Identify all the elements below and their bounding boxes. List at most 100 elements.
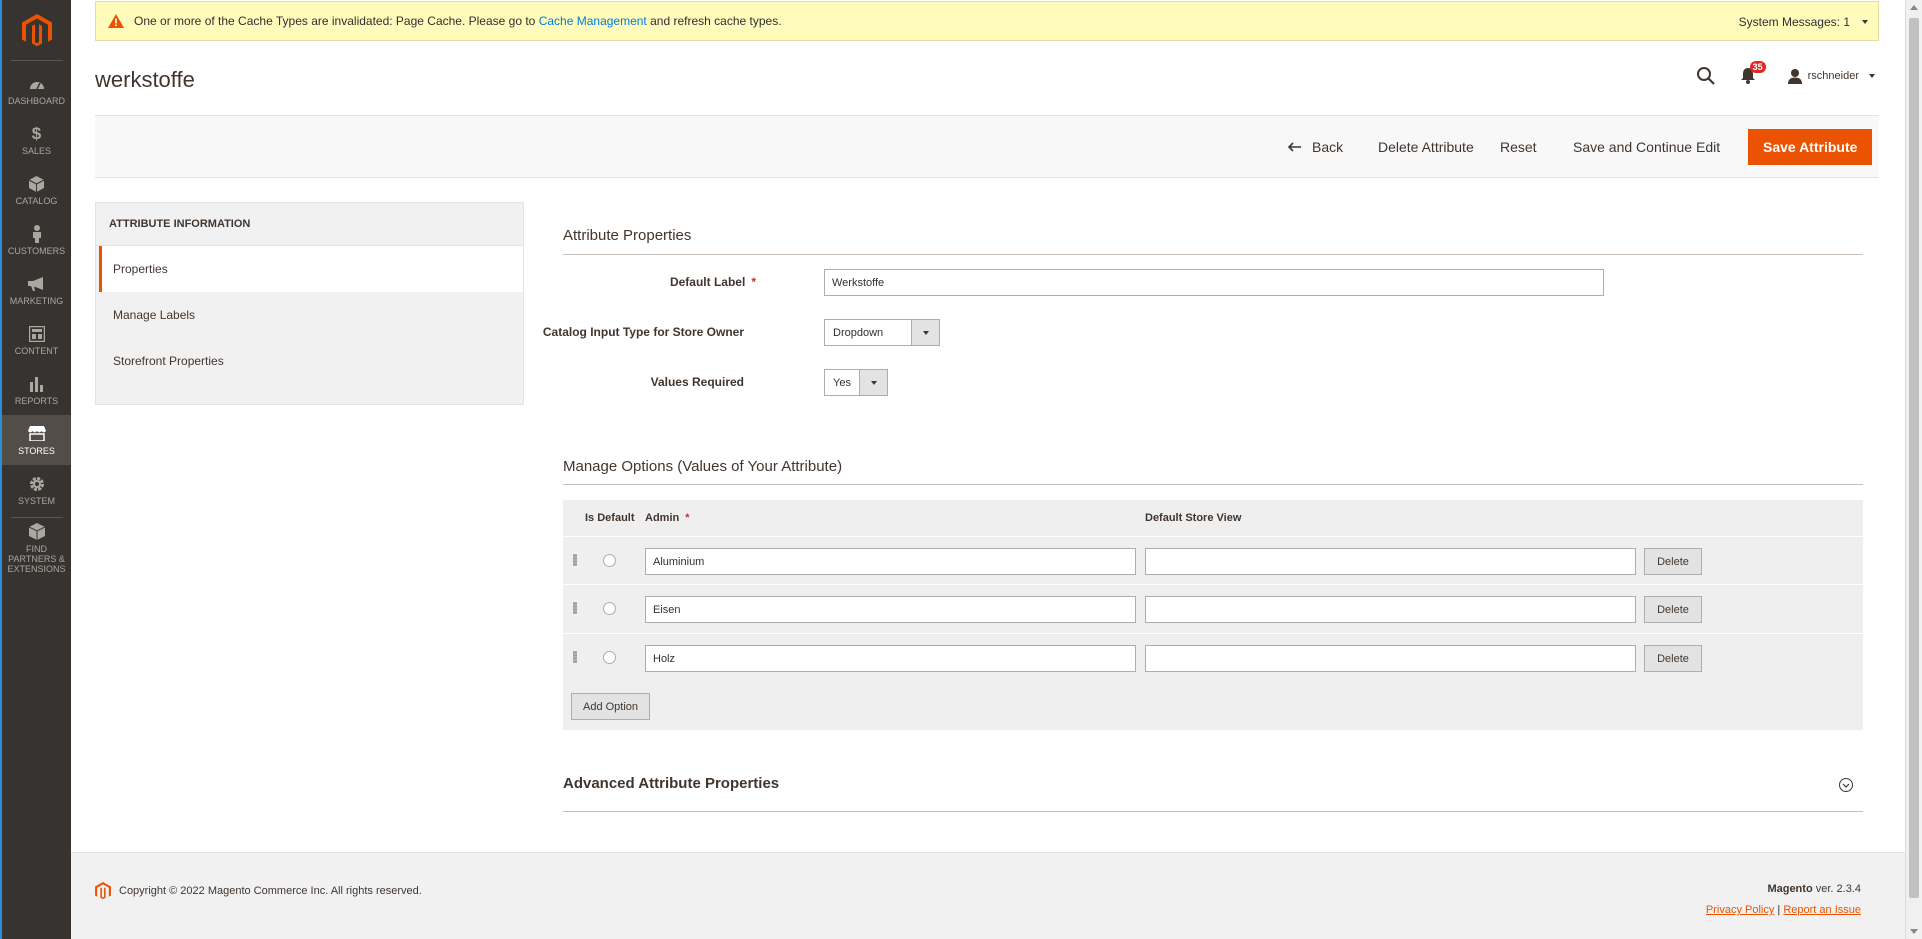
save-attribute-button[interactable]: Save Attribute	[1748, 129, 1873, 165]
box-icon	[28, 175, 46, 193]
page-footer: Copyright © 2022 Magento Commerce Inc. A…	[71, 852, 1905, 939]
bar-chart-icon	[28, 375, 46, 393]
admin-sidebar: DASHBOARD $ SALES CATALOG CUSTOMERS MARK…	[0, 0, 71, 939]
user-account-menu[interactable]: rschneider	[1787, 68, 1875, 84]
options-table: Is Default Admin * Default Store View Alu…	[563, 500, 1863, 730]
default-label-input[interactable]: Werkstoffe	[824, 269, 1604, 296]
store-view-value-input[interactable]	[1145, 596, 1636, 623]
required-marker: *	[751, 275, 756, 289]
scrollbar-thumb[interactable]	[1909, 18, 1919, 898]
search-icon[interactable]	[1696, 66, 1716, 86]
add-option-button[interactable]: Add Option	[571, 693, 651, 720]
admin-value-input[interactable]: Aluminium	[645, 548, 1136, 575]
nav-content[interactable]: CONTENT	[2, 315, 71, 365]
chevron-down-icon	[1862, 20, 1868, 24]
values-required-label: Values Required	[650, 375, 744, 389]
nav-label: SALES	[21, 145, 52, 156]
nav-catalog[interactable]: CATALOG	[2, 165, 71, 215]
chevron-down-icon	[859, 370, 887, 395]
store-icon	[27, 425, 46, 443]
values-required-select[interactable]: Yes	[824, 369, 888, 396]
magento-logo-icon	[95, 882, 111, 900]
col-admin: Admin *	[645, 512, 690, 524]
manage-options-title: Manage Options (Values of Your Attribute…	[563, 458, 843, 475]
nav-label: CATALOG	[15, 195, 58, 206]
back-button[interactable]: Back	[1288, 129, 1343, 165]
nav-system[interactable]: SYSTEM	[2, 465, 71, 515]
delete-option-button[interactable]: Delete	[1644, 548, 1702, 575]
nav-label: REPORTS	[14, 395, 59, 406]
person-icon	[28, 224, 46, 243]
scroll-up-icon[interactable]	[1910, 5, 1918, 10]
section-divider	[563, 484, 1863, 485]
attribute-info-tabs: ATTRIBUTE INFORMATION Properties Manage …	[95, 202, 524, 405]
col-default-store-view: Default Store View	[1145, 512, 1242, 524]
system-messages-toggle[interactable]: System Messages: 1	[1739, 15, 1868, 29]
store-view-value-input[interactable]	[1145, 645, 1636, 672]
delete-option-button[interactable]: Delete	[1644, 645, 1702, 672]
page-actions-bar: Back Delete Attribute Reset Save and Con…	[95, 115, 1879, 178]
section-divider	[563, 254, 1863, 255]
system-message-text-after: and refresh cache types.	[650, 14, 782, 28]
dashboard-icon	[28, 75, 46, 93]
brand-name: Magento	[1767, 883, 1813, 895]
reset-button[interactable]: Reset	[1500, 129, 1537, 165]
vertical-scrollbar[interactable]	[1905, 0, 1922, 939]
required-marker: *	[685, 512, 690, 524]
is-default-radio[interactable]	[603, 554, 616, 567]
page-title: werkstoffe	[95, 67, 195, 92]
table-row: Eisen Delete	[563, 584, 1863, 632]
nav-customers[interactable]: CUSTOMERS	[2, 215, 71, 265]
tabs-heading: ATTRIBUTE INFORMATION	[96, 203, 523, 246]
save-and-continue-button[interactable]: Save and Continue Edit	[1573, 129, 1720, 165]
username: rschneider	[1807, 70, 1859, 82]
input-type-value: Dropdown	[833, 326, 884, 339]
notifications-button[interactable]: 35	[1740, 61, 1766, 85]
privacy-policy-link[interactable]: Privacy Policy	[1706, 904, 1774, 916]
tab-storefront-properties[interactable]: Storefront Properties	[96, 338, 523, 384]
drag-handle-icon[interactable]	[573, 602, 577, 614]
main-content: One or more of the Cache Types are inval…	[71, 0, 1905, 939]
cache-management-link[interactable]: Cache Management	[539, 14, 647, 28]
tab-properties[interactable]: Properties	[99, 246, 523, 292]
scroll-down-icon[interactable]	[1910, 929, 1918, 934]
chevron-down-icon	[911, 320, 939, 345]
nav-label: STORES	[18, 445, 55, 456]
nav-reports[interactable]: REPORTS	[2, 365, 71, 415]
admin-value-input[interactable]: Holz	[645, 645, 1136, 672]
nav-sales[interactable]: $ SALES	[2, 115, 71, 165]
delete-option-button[interactable]: Delete	[1644, 596, 1702, 623]
nav-marketing[interactable]: MARKETING	[2, 265, 71, 315]
chevron-down-icon	[1839, 778, 1853, 792]
nav-label: CUSTOMERS	[7, 245, 66, 256]
admin-value-input[interactable]: Eisen	[645, 596, 1136, 623]
options-table-header: Is Default Admin * Default Store View	[563, 500, 1863, 536]
nav-label: SYSTEM	[17, 495, 55, 506]
store-view-value-input[interactable]	[1145, 548, 1636, 575]
layout-icon	[28, 325, 46, 343]
is-default-radio[interactable]	[603, 602, 616, 615]
col-admin-label: Admin	[645, 512, 680, 524]
input-type-label: Catalog Input Type for Store Owner	[542, 325, 744, 339]
input-type-select[interactable]: Dropdown	[824, 319, 940, 346]
nav-label: CONTENT	[14, 345, 59, 356]
copyright-text: Copyright © 2022 Magento Commerce Inc. A…	[119, 885, 422, 897]
attribute-properties-title: Attribute Properties	[563, 227, 692, 244]
drag-handle-icon[interactable]	[573, 554, 577, 566]
footer-links: Privacy Policy | Report an Issue	[1706, 904, 1861, 916]
advanced-properties-toggle[interactable]: Advanced Attribute Properties	[563, 775, 1863, 812]
nav-dashboard[interactable]: DASHBOARD	[2, 65, 71, 115]
drag-handle-icon[interactable]	[573, 651, 577, 663]
system-message-bar: One or more of the Cache Types are inval…	[95, 1, 1879, 41]
nav-find-partners[interactable]: FIND PARTNERS & EXTENSIONS	[2, 518, 71, 578]
col-is-default: Is Default	[585, 512, 635, 524]
magento-logo-icon[interactable]	[21, 14, 52, 48]
version-text: ver. 2.3.4	[1815, 883, 1861, 895]
table-row: Holz Delete	[563, 633, 1863, 681]
dollar-icon: $	[31, 123, 42, 143]
is-default-radio[interactable]	[603, 651, 616, 664]
report-issue-link[interactable]: Report an Issue	[1783, 904, 1861, 916]
tab-manage-labels[interactable]: Manage Labels	[96, 292, 523, 338]
nav-stores[interactable]: STORES	[2, 415, 71, 465]
delete-attribute-button[interactable]: Delete Attribute	[1378, 129, 1474, 165]
